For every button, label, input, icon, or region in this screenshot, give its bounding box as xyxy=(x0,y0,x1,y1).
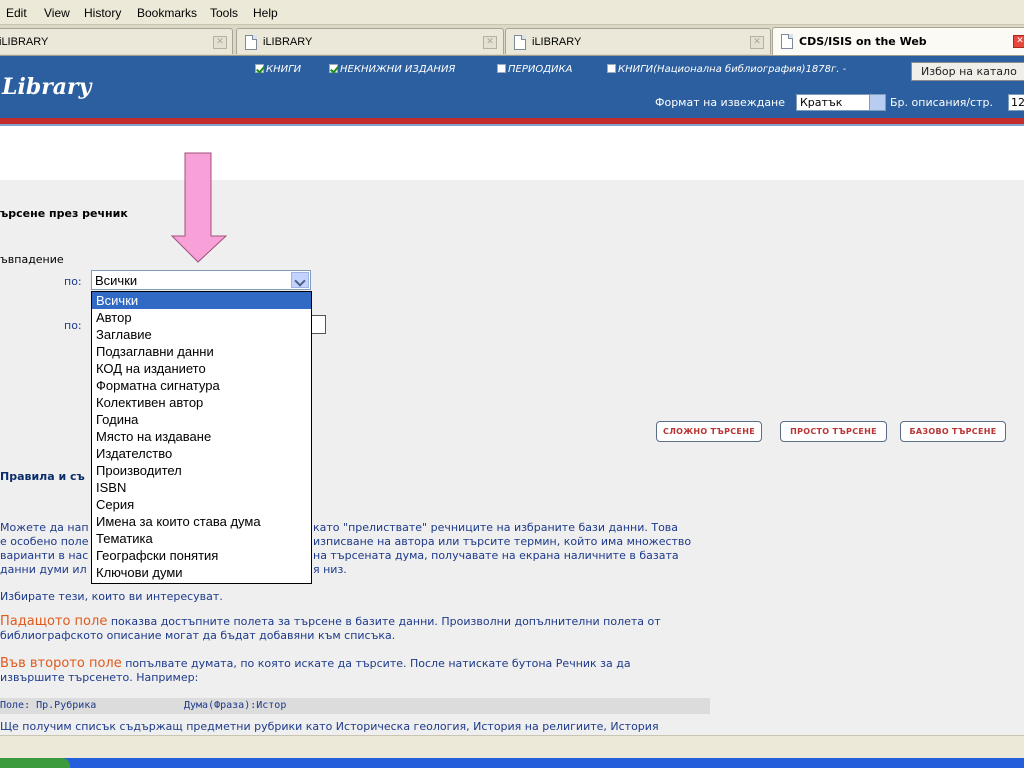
term-label: по: xyxy=(64,319,82,332)
dropdown-option[interactable]: Ключови думи xyxy=(92,564,311,581)
start-button[interactable] xyxy=(0,758,70,768)
example-row: Поле: Пр.Рубрика Дума(Фраза):Истор xyxy=(0,698,710,714)
tab-ilibrary-1[interactable]: iLIBRARY ✕ xyxy=(0,28,233,54)
menu-bar: Edit View History Bookmarks Tools Help xyxy=(0,0,1024,25)
menu-edit[interactable]: Edit xyxy=(6,6,27,20)
rules-result-text: Ще получим списък съдържащ предметни руб… xyxy=(0,720,659,733)
chevron-down-icon[interactable] xyxy=(291,272,309,288)
menu-history[interactable]: History xyxy=(84,6,121,20)
page-icon xyxy=(245,35,257,50)
pointer-arrow-icon xyxy=(170,152,228,263)
dropdown-option[interactable]: Имена за които става дума xyxy=(92,513,311,530)
site-logo: Library xyxy=(2,74,92,100)
dropdown-option[interactable]: Подзаглавни данни xyxy=(92,343,311,360)
field-select-value: Всички xyxy=(95,273,138,288)
dropdown-option[interactable]: Заглавие xyxy=(92,326,311,343)
tab-ilibrary-2[interactable]: iLIBRARY ✕ xyxy=(236,28,504,54)
example-term: Дума(Фраза):Истор xyxy=(184,700,287,711)
menu-bookmarks[interactable]: Bookmarks xyxy=(137,6,197,20)
rules-paragraph-right: като "прелиствате" речниците на избранит… xyxy=(313,521,692,576)
chevron-down-icon[interactable] xyxy=(869,95,885,110)
status-bar xyxy=(0,735,1024,758)
rules-heading: Правила и съ xyxy=(0,470,85,483)
rules-dropdown-text: Падащото поле показва достъпните полета … xyxy=(0,614,661,643)
checkbox-books[interactable]: КНИГИ xyxy=(255,64,301,75)
dropdown-option[interactable]: ISBN xyxy=(92,479,311,496)
dropdown-option[interactable]: Форматна сигнатура xyxy=(92,377,311,394)
site-header: Library КНИГИ НЕКНИЖНИ ИЗДАНИЯ ПЕРИОДИКА… xyxy=(0,56,1024,118)
close-icon[interactable]: ✕ xyxy=(213,36,227,49)
checkbox-national-bibliography[interactable]: КНИГИ(Национална библиография)1878г. - xyxy=(607,64,846,75)
checkbox-checked-icon[interactable] xyxy=(255,64,264,73)
catalog-select-button[interactable]: Избор на катало xyxy=(911,62,1024,81)
complex-search-button[interactable]: СЛОЖНО ТЪРСЕНЕ xyxy=(656,421,762,442)
dropdown-option[interactable]: Тематика xyxy=(92,530,311,547)
rules-second-field-text: Във второто поле попълвате думата, по ко… xyxy=(0,656,631,685)
tab-cds-isis[interactable]: CDS/ISIS on the Web ✕ xyxy=(772,27,1024,55)
field-dropdown-list: Всички Автор Заглавие Подзаглавни данни КОД … xyxy=(91,291,312,584)
dropdown-option[interactable]: Географски понятия xyxy=(92,547,311,564)
checkbox-nonbook[interactable]: НЕКНИЖНИ ИЗДАНИЯ xyxy=(329,64,455,75)
tab-label: CDS/ISIS on the Web xyxy=(799,35,927,48)
per-page-label: Бр. описания/стр. xyxy=(890,96,993,109)
close-icon[interactable]: ✕ xyxy=(483,36,497,49)
checkbox-unchecked-icon[interactable] xyxy=(497,64,506,73)
checkbox-periodicals[interactable]: ПЕРИОДИКА xyxy=(497,64,572,75)
tab-ilibrary-3[interactable]: iLIBRARY ✕ xyxy=(505,28,771,54)
dropdown-option[interactable]: Автор xyxy=(92,309,311,326)
rules-paragraph-left: Можете да нап е особено поле варианти в … xyxy=(0,521,89,576)
checkbox-checked-icon[interactable] xyxy=(329,64,338,73)
example-field: Поле: Пр.Рубрика xyxy=(0,700,97,711)
per-page-input[interactable]: 12 xyxy=(1008,94,1024,111)
basic-search-button[interactable]: БАЗОВО ТЪРСЕНЕ xyxy=(900,421,1006,442)
checkbox-unchecked-icon[interactable] xyxy=(607,64,616,73)
simple-search-button[interactable]: ПРОСТО ТЪРСЕНЕ xyxy=(780,421,887,442)
dropdown-option[interactable]: Колективен автор xyxy=(92,394,311,411)
dropdown-option[interactable]: КОД на изданието xyxy=(92,360,311,377)
format-label: Формат на извеждане xyxy=(655,96,786,109)
menu-view[interactable]: View xyxy=(44,6,70,20)
menu-help[interactable]: Help xyxy=(253,6,278,20)
dropdown-option[interactable]: Година xyxy=(92,411,311,428)
match-label: ъвпадение xyxy=(0,253,64,266)
page-title: ърсене през речник xyxy=(0,207,128,220)
menu-tools[interactable]: Tools xyxy=(210,6,238,20)
tab-label: iLIBRARY xyxy=(532,36,582,48)
taskbar xyxy=(0,758,1024,768)
page-icon xyxy=(514,35,526,50)
dropdown-option[interactable]: Издателство xyxy=(92,445,311,462)
tab-label: iLIBRARY xyxy=(263,36,313,48)
tab-bar: iLIBRARY ✕ iLIBRARY ✕ iLIBRARY ✕ CDS/ISI… xyxy=(0,25,1024,56)
tab-label: iLIBRARY xyxy=(0,36,49,48)
dropdown-option[interactable]: Място на издаване xyxy=(92,428,311,445)
dropdown-option[interactable]: Всички xyxy=(92,292,311,309)
field-select[interactable]: Всички xyxy=(91,270,311,290)
field-label: по: xyxy=(64,275,82,288)
rules-choose-text: Избирате тези, които ви интересуват. xyxy=(0,590,223,603)
close-icon[interactable]: ✕ xyxy=(1013,35,1024,48)
dropdown-option[interactable]: Серия xyxy=(92,496,311,513)
header-divider xyxy=(0,118,1024,126)
dropdown-option[interactable]: Производител xyxy=(92,462,311,479)
format-value: Кратък xyxy=(800,96,843,109)
close-icon[interactable]: ✕ xyxy=(750,36,764,49)
page-icon xyxy=(781,34,793,49)
format-select[interactable]: Кратък xyxy=(796,94,886,111)
